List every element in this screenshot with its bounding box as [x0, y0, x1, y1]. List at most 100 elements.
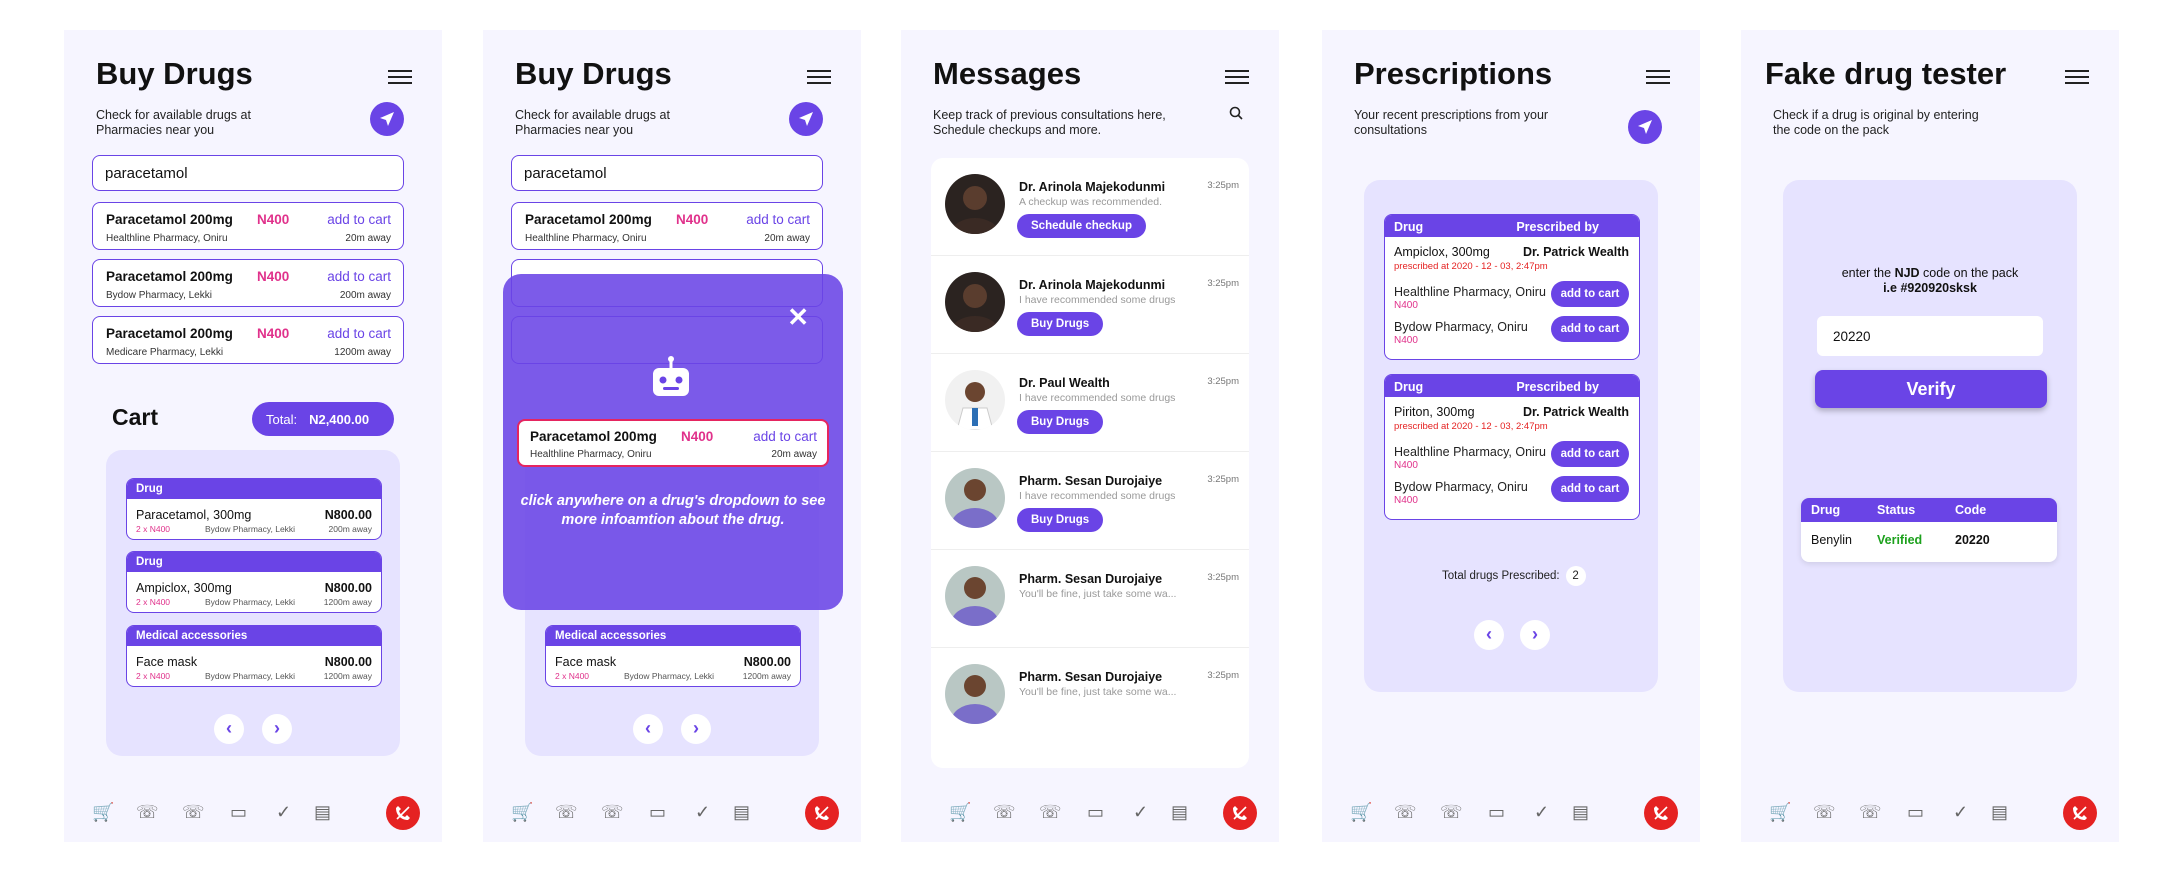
navigation-arrow-icon[interactable]	[789, 102, 823, 136]
chevron-right-icon[interactable]: ›	[1520, 620, 1550, 650]
phone-doctor-icon[interactable]: ☏	[993, 802, 1016, 823]
messages-icon[interactable]: ▭	[230, 802, 247, 823]
code-input[interactable]: 20220	[1817, 316, 2043, 356]
phone-doctor-icon[interactable]: ☏	[555, 802, 578, 823]
message-item[interactable]: Dr. Arinola Majekodunmi 3:25pm I have re…	[931, 256, 1249, 354]
cart-item[interactable]: Medical accessories Face mask N800.00 2 …	[126, 625, 382, 687]
add-to-cart-link[interactable]: add to cart	[327, 326, 391, 341]
pharmacy-name: Bydow Pharmacy, Oniru	[1394, 480, 1528, 494]
buy-drugs-button[interactable]: Buy Drugs	[1017, 312, 1104, 336]
pharmacy-price: N400	[1394, 335, 1418, 346]
cart-icon[interactable]: 🛒	[1769, 802, 1791, 823]
phone-doctor-icon[interactable]: ☏	[136, 802, 159, 823]
chevron-left-icon[interactable]: ‹	[1474, 620, 1504, 650]
phone-pharmacy-icon[interactable]: ☏	[1039, 802, 1062, 823]
check-icon[interactable]: ✓	[695, 802, 710, 823]
add-to-cart-link[interactable]: add to cart	[327, 212, 391, 227]
drug-result-card[interactable]: Paracetamol 200mg N400 add to cart Healt…	[511, 202, 823, 250]
schedule-checkup-button[interactable]: Schedule checkup	[1017, 214, 1146, 238]
drug-result-card[interactable]: Paracetamol 200mg N400 add to cart Healt…	[92, 202, 404, 250]
search-icon[interactable]	[1229, 106, 1243, 120]
cart-icon[interactable]: 🛒	[1350, 802, 1372, 823]
check-icon[interactable]: ✓	[1133, 802, 1148, 823]
chevron-left-icon[interactable]: ‹	[633, 714, 663, 744]
navigation-arrow-icon[interactable]	[1628, 110, 1662, 144]
cart-item[interactable]: Drug Paracetamol, 300mg N800.00 2 x N400…	[126, 478, 382, 540]
prescription-icon[interactable]: ▤	[314, 802, 331, 823]
message-item[interactable]: Dr. Paul Wealth 3:25pm I have recommende…	[931, 354, 1249, 452]
robot-icon	[653, 356, 689, 396]
drug-result-card[interactable]: Paracetamol 200mg N400 add to cart Bydow…	[92, 259, 404, 307]
hamburger-menu-icon[interactable]	[2065, 70, 2089, 84]
phone-pharmacy-icon[interactable]: ☏	[601, 802, 624, 823]
item-qty: 2 x N400	[555, 671, 590, 681]
check-icon[interactable]: ✓	[276, 802, 291, 823]
col-drug: Drug	[1811, 503, 1841, 517]
add-to-cart-link[interactable]: add to cart	[753, 429, 817, 444]
drug-name: Paracetamol 200mg	[530, 429, 657, 444]
prescription-icon[interactable]: ▤	[1171, 802, 1188, 823]
message-item[interactable]: Pharm. Sesan Durojaiye 3:25pm You'll be …	[931, 550, 1249, 648]
prescription-icon[interactable]: ▤	[1572, 802, 1589, 823]
check-icon[interactable]: ✓	[1534, 802, 1549, 823]
chevron-left-icon[interactable]: ‹	[214, 714, 244, 744]
messages-icon[interactable]: ▭	[1488, 802, 1505, 823]
cart-item[interactable]: Medical accessories Face mask N800.00 2 …	[545, 625, 801, 687]
check-icon[interactable]: ✓	[1953, 802, 1968, 823]
phone-call-icon[interactable]	[386, 796, 420, 830]
hamburger-menu-icon[interactable]	[1646, 70, 1670, 84]
search-input[interactable]: paracetamol	[92, 155, 404, 191]
phone-pharmacy-icon[interactable]: ☏	[1440, 802, 1463, 823]
cart-icon[interactable]: 🛒	[92, 802, 114, 823]
search-input[interactable]: paracetamol	[511, 155, 823, 191]
distance: 1200m away	[334, 347, 391, 358]
total-label: Total:	[266, 412, 298, 427]
drug-price: N400	[676, 212, 709, 227]
add-to-cart-link[interactable]: add to cart	[746, 212, 810, 227]
phone-doctor-icon[interactable]: ☏	[1813, 802, 1836, 823]
buy-drugs-button[interactable]: Buy Drugs	[1017, 410, 1104, 434]
page-title: Buy Drugs	[96, 56, 253, 91]
item-qty: 2 x N400	[136, 597, 171, 607]
close-icon[interactable]: ✕	[787, 302, 809, 333]
drug-result-card[interactable]: Paracetamol 200mg N400 add to cart Medic…	[92, 316, 404, 364]
phone-pharmacy-icon[interactable]: ☏	[1859, 802, 1882, 823]
message-item[interactable]: Pharm. Sesan Durojaiye 3:25pm I have rec…	[931, 452, 1249, 550]
add-to-cart-button[interactable]: add to cart	[1551, 316, 1629, 342]
phone-call-icon[interactable]	[1644, 796, 1678, 830]
prescription-icon[interactable]: ▤	[733, 802, 750, 823]
hamburger-menu-icon[interactable]	[807, 70, 831, 84]
hamburger-menu-icon[interactable]	[1225, 70, 1249, 84]
message-item[interactable]: Dr. Arinola Majekodunmi 3:25pm A checkup…	[931, 158, 1249, 256]
chevron-right-icon[interactable]: ›	[681, 714, 711, 744]
messages-icon[interactable]: ▭	[1907, 802, 1924, 823]
add-to-cart-button[interactable]: add to cart	[1551, 441, 1629, 467]
hamburger-menu-icon[interactable]	[388, 70, 412, 84]
total-prescribed: Total drugs Prescribed: 2	[1442, 566, 1586, 586]
message-item[interactable]: Pharm. Sesan Durojaiye 3:25pm You'll be …	[931, 648, 1249, 746]
add-to-cart-link[interactable]: add to cart	[327, 269, 391, 284]
cart-icon[interactable]: 🛒	[511, 802, 533, 823]
cart-icon[interactable]: 🛒	[949, 802, 971, 823]
chevron-right-icon[interactable]: ›	[262, 714, 292, 744]
prescription-header: Drug Prescribed by	[1385, 375, 1639, 397]
messages-icon[interactable]: ▭	[1087, 802, 1104, 823]
add-to-cart-button[interactable]: add to cart	[1551, 281, 1629, 307]
phone-call-icon[interactable]	[1223, 796, 1257, 830]
page-subtitle: Your recent prescriptions from your consu…	[1354, 108, 1654, 138]
prescriptions-panel: Drug Prescribed by Ampiclox, 300mg Dr. Pa…	[1364, 180, 1658, 692]
prescription-card: Drug Prescribed by Ampiclox, 300mg Dr. Pa…	[1384, 214, 1640, 360]
add-to-cart-button[interactable]: add to cart	[1551, 476, 1629, 502]
phone-call-icon[interactable]	[805, 796, 839, 830]
cart-item[interactable]: Drug Ampiclox, 300mg N800.00 2 x N400 By…	[126, 551, 382, 613]
onboarding-overlay[interactable]: ✕ Paracetamol 200mg N400 add to cart Hea…	[503, 274, 843, 610]
prescription-icon[interactable]: ▤	[1991, 802, 2008, 823]
phone-call-icon[interactable]	[2063, 796, 2097, 830]
messages-icon[interactable]: ▭	[649, 802, 666, 823]
phone-pharmacy-icon[interactable]: ☏	[182, 802, 205, 823]
navigation-arrow-icon[interactable]	[370, 102, 404, 136]
buy-drugs-button[interactable]: Buy Drugs	[1017, 508, 1104, 532]
highlighted-drug-card[interactable]: Paracetamol 200mg N400 add to cart Healt…	[517, 419, 829, 467]
phone-doctor-icon[interactable]: ☏	[1394, 802, 1417, 823]
verify-button[interactable]: Verify	[1815, 370, 2047, 408]
